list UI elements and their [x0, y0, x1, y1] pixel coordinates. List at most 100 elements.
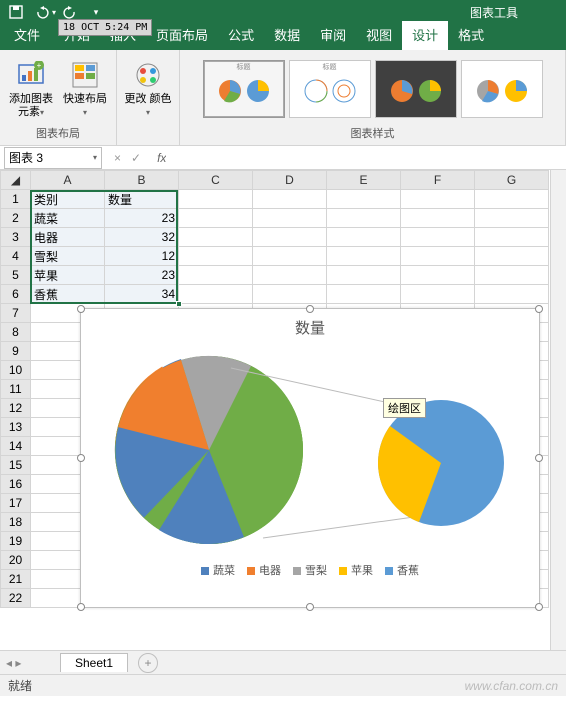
fx-icon[interactable]: fx [149, 151, 166, 165]
row-header-8[interactable]: 8 [1, 323, 31, 342]
main-pie-chart[interactable] [99, 338, 319, 558]
cell-G6[interactable] [475, 285, 549, 304]
cell-G5[interactable] [475, 266, 549, 285]
cell-A3[interactable]: 电器 [31, 228, 105, 247]
cell-E5[interactable] [327, 266, 401, 285]
tab-page-layout[interactable]: 页面布局 [146, 21, 218, 50]
col-header-B[interactable]: B [105, 171, 179, 190]
tab-review[interactable]: 审阅 [310, 21, 356, 50]
cell-C3[interactable] [179, 228, 253, 247]
col-header-A[interactable]: A [31, 171, 105, 190]
quick-layout-button[interactable]: 快速布局▾ [60, 54, 110, 124]
cell-A5[interactable]: 苹果 [31, 266, 105, 285]
row-header-1[interactable]: 1 [1, 190, 31, 209]
row-header-9[interactable]: 9 [1, 342, 31, 361]
cell-B6[interactable]: 34 [105, 285, 179, 304]
cell-C2[interactable] [179, 209, 253, 228]
row-header-18[interactable]: 18 [1, 513, 31, 532]
row-header-19[interactable]: 19 [1, 532, 31, 551]
row-header-5[interactable]: 5 [1, 266, 31, 285]
cell-D1[interactable] [253, 190, 327, 209]
cell-E1[interactable] [327, 190, 401, 209]
chart-style-1[interactable]: 标题 [203, 60, 285, 118]
formula-cancel-icon[interactable]: × [114, 151, 121, 165]
cell-E4[interactable] [327, 247, 401, 266]
formula-confirm-icon[interactable]: ✓ [131, 151, 141, 165]
resize-handle-tr[interactable] [535, 305, 543, 313]
cell-A4[interactable]: 雪梨 [31, 247, 105, 266]
cell-C5[interactable] [179, 266, 253, 285]
cell-D5[interactable] [253, 266, 327, 285]
formula-input[interactable] [166, 148, 566, 168]
cell-B5[interactable]: 23 [105, 266, 179, 285]
cell-G3[interactable] [475, 228, 549, 247]
row-header-6[interactable]: 6 [1, 285, 31, 304]
row-header-3[interactable]: 3 [1, 228, 31, 247]
cell-B3[interactable]: 32 [105, 228, 179, 247]
sheet-tab-1[interactable]: Sheet1 [60, 653, 128, 672]
cell-D4[interactable] [253, 247, 327, 266]
chart-title[interactable]: 数量 [81, 309, 539, 338]
sheet-nav-buttons[interactable]: ◂ ▸ [6, 656, 21, 670]
cell-F3[interactable] [401, 228, 475, 247]
resize-handle-tm[interactable] [306, 305, 314, 313]
chart-style-2[interactable]: 标题 [289, 60, 371, 118]
chart-style-4[interactable] [461, 60, 543, 118]
row-header-20[interactable]: 20 [1, 551, 31, 570]
cell-F1[interactable] [401, 190, 475, 209]
chart-plot-area[interactable]: 绘图区 [81, 338, 539, 558]
tab-data[interactable]: 数据 [264, 21, 310, 50]
cell-A2[interactable]: 蔬菜 [31, 209, 105, 228]
cell-F5[interactable] [401, 266, 475, 285]
chart-style-3[interactable] [375, 60, 457, 118]
embedded-chart[interactable]: 数量 绘图区 [80, 308, 540, 608]
row-header-22[interactable]: 22 [1, 589, 31, 608]
cell-D3[interactable] [253, 228, 327, 247]
tab-formulas[interactable]: 公式 [218, 21, 264, 50]
col-header-D[interactable]: D [253, 171, 327, 190]
tab-design[interactable]: 设计 [402, 21, 448, 50]
tab-file[interactable]: 文件 [0, 21, 54, 50]
resize-handle-bl[interactable] [77, 603, 85, 611]
row-header-10[interactable]: 10 [1, 361, 31, 380]
cell-E3[interactable] [327, 228, 401, 247]
cell-C4[interactable] [179, 247, 253, 266]
col-header-E[interactable]: E [327, 171, 401, 190]
cell-G4[interactable] [475, 247, 549, 266]
cell-A6[interactable]: 香蕉 [31, 285, 105, 304]
name-box[interactable]: 图表 3 ▾ [4, 147, 102, 169]
save-icon[interactable] [4, 1, 28, 23]
row-header-11[interactable]: 11 [1, 380, 31, 399]
row-header-16[interactable]: 16 [1, 475, 31, 494]
row-header-13[interactable]: 13 [1, 418, 31, 437]
cell-B2[interactable]: 23 [105, 209, 179, 228]
row-header-21[interactable]: 21 [1, 570, 31, 589]
cell-B1[interactable]: 数量 [105, 190, 179, 209]
cell-B4[interactable]: 12 [105, 247, 179, 266]
worksheet-grid[interactable]: ◢ A B C D E F G 1类别数量2蔬菜233电器324雪梨125苹果2… [0, 170, 566, 650]
tab-format[interactable]: 格式 [448, 21, 494, 50]
row-header-4[interactable]: 4 [1, 247, 31, 266]
name-box-caret-icon[interactable]: ▾ [93, 153, 97, 162]
row-header-14[interactable]: 14 [1, 437, 31, 456]
undo-caret-icon[interactable]: ▾ [52, 8, 56, 17]
vertical-scrollbar[interactable] [550, 170, 566, 650]
cell-D6[interactable] [253, 285, 327, 304]
resize-handle-bm[interactable] [306, 603, 314, 611]
row-header-12[interactable]: 12 [1, 399, 31, 418]
resize-handle-tl[interactable] [77, 305, 85, 313]
cell-F2[interactable] [401, 209, 475, 228]
resize-handle-br[interactable] [535, 603, 543, 611]
cell-E6[interactable] [327, 285, 401, 304]
row-header-15[interactable]: 15 [1, 456, 31, 475]
row-header-2[interactable]: 2 [1, 209, 31, 228]
change-colors-button[interactable]: 更改 颜色▾ [123, 54, 173, 124]
cell-F4[interactable] [401, 247, 475, 266]
undo-icon[interactable] [30, 1, 54, 23]
cell-G2[interactable] [475, 209, 549, 228]
cell-E2[interactable] [327, 209, 401, 228]
add-sheet-button[interactable]: + [138, 653, 158, 673]
cell-C6[interactable] [179, 285, 253, 304]
fill-handle[interactable] [176, 301, 182, 307]
select-all-corner[interactable]: ◢ [1, 171, 31, 190]
